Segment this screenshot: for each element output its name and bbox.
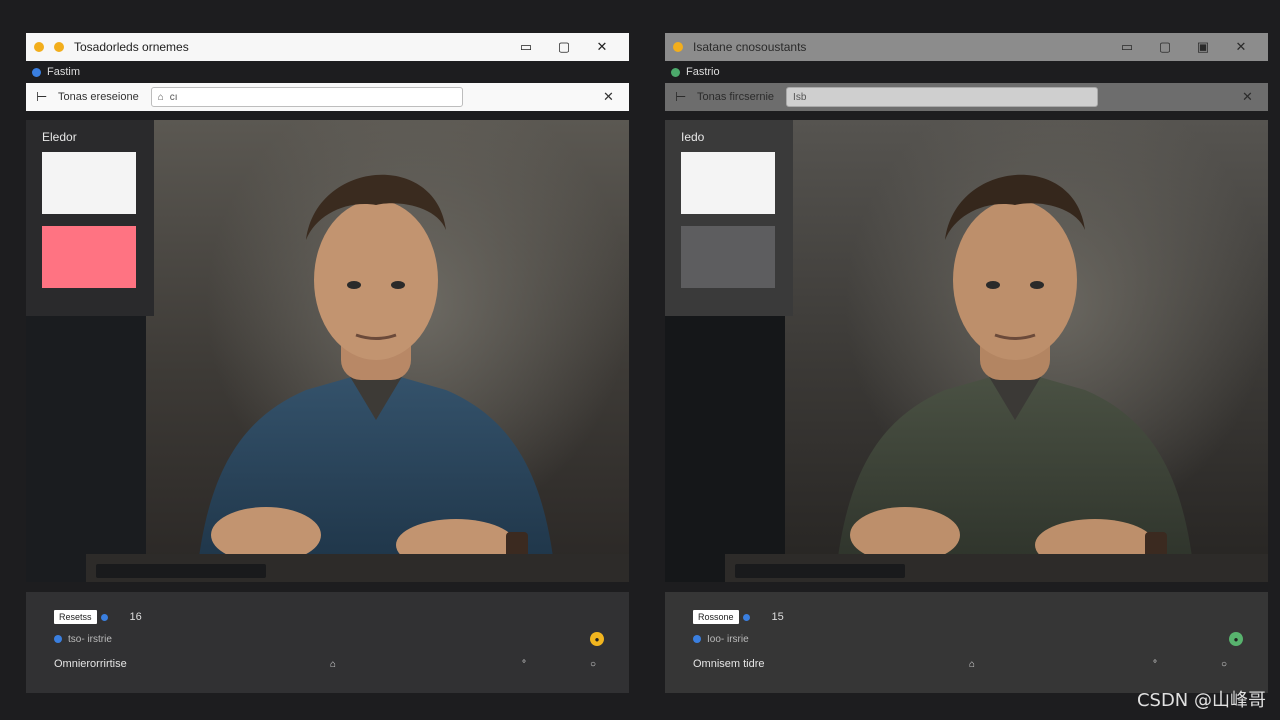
circle-icon[interactable]: ○ xyxy=(590,659,596,670)
info-dot-icon xyxy=(54,635,62,643)
swatch-white[interactable] xyxy=(42,152,136,214)
back-icon[interactable]: ⊢ xyxy=(675,89,691,105)
maximize-icon[interactable]: ▢ xyxy=(545,33,583,61)
person-illustration xyxy=(196,174,556,582)
toolbar: ⊢ Tonas fircsernie Isb ✕ xyxy=(665,83,1268,111)
toolbar: ⊢ Tonas ereseione ⌂ cı ✕ xyxy=(26,83,629,111)
window-title: Tosadorleds ornemes xyxy=(74,40,189,54)
status-label: Fastim xyxy=(47,66,80,78)
close-icon[interactable]: ✕ xyxy=(1222,33,1260,61)
address-text: cı xyxy=(169,91,178,103)
swatch-pink[interactable] xyxy=(42,226,136,288)
bottom-panel: Resetss 16 tso- irstrie ● Omnierorrirtis… xyxy=(26,592,629,693)
lock-icon: ⌂ xyxy=(157,91,164,103)
status-dot-icon xyxy=(671,67,680,77)
swatch-gray[interactable] xyxy=(681,226,775,288)
right-window: Isatane cnosoustants ▭ ▢ ▣ ✕ Fastrio ⊢ T… xyxy=(665,33,1268,693)
subtext: Ioo- irsrie xyxy=(707,633,749,645)
toolbar-close-icon[interactable]: ✕ xyxy=(1242,89,1258,105)
swatch-label: Iedo xyxy=(681,130,705,144)
bottom-panel: Rossone 15 Ioo- irsrie ● Omnisem tidre ⌂… xyxy=(665,592,1268,693)
window-dot-icon xyxy=(54,42,64,52)
subtext: tso- irstrie xyxy=(68,633,112,645)
chip-dot-icon xyxy=(742,613,750,621)
close-icon[interactable]: ✕ xyxy=(583,33,621,61)
status-badge[interactable]: ● xyxy=(590,632,604,646)
window-dot-icon xyxy=(673,42,683,52)
chip-dot-icon xyxy=(100,613,108,621)
maximize-icon[interactable]: ▢ xyxy=(1146,33,1184,61)
watermark: CSDN @山峰哥 xyxy=(1136,690,1266,711)
bottom-row-1: Rossone 15 xyxy=(693,606,1240,628)
minimize-icon[interactable]: ▭ xyxy=(507,33,545,61)
toolbar-label: Tonas ereseione xyxy=(58,91,139,103)
row3-label: Omnisem tidre xyxy=(693,658,765,670)
person-illustration xyxy=(835,174,1195,582)
bottom-row-3: Omnisem tidre ⌂ ° ○ xyxy=(693,653,1240,675)
chip[interactable]: Resetss xyxy=(54,610,97,624)
minimize-icon[interactable]: ▭ xyxy=(1108,33,1146,61)
toolbar-label: Tonas fircsernie xyxy=(697,91,775,103)
swatch-panel: Eledor xyxy=(26,120,154,316)
swatch-white[interactable] xyxy=(681,152,775,214)
row3-label: Omnierorrirtise xyxy=(54,658,127,670)
swatch-label: Eledor xyxy=(42,130,77,144)
back-icon[interactable]: ⊢ xyxy=(36,89,52,105)
window-dot-icon xyxy=(34,42,44,52)
circle-icon[interactable]: ○ xyxy=(1221,659,1227,670)
count: 16 xyxy=(129,611,142,623)
info-dot-icon xyxy=(693,635,701,643)
home-icon[interactable]: ⌂ xyxy=(330,659,336,670)
dot-icon[interactable]: ° xyxy=(522,659,526,670)
home-icon[interactable]: ⌂ xyxy=(969,659,975,670)
dot-icon[interactable]: ° xyxy=(1153,659,1157,670)
status-dot-icon xyxy=(32,67,41,77)
address-field[interactable]: Isb xyxy=(786,87,1099,107)
keyboard-shape xyxy=(735,564,905,578)
count: 15 xyxy=(771,611,784,623)
left-window: Tosadorleds ornemes ▭ ▢ ✕ Fastim ⊢ Tonas… xyxy=(26,33,629,693)
right-titlebar: Isatane cnosoustants ▭ ▢ ▣ ✕ xyxy=(665,33,1268,61)
restore-icon[interactable]: ▣ xyxy=(1184,33,1222,61)
bottom-row-1: Resetss 16 xyxy=(54,606,601,628)
status-label: Fastrio xyxy=(686,66,720,78)
keyboard-shape xyxy=(96,564,266,578)
bottom-row-2: Ioo- irsrie ● xyxy=(693,628,1243,650)
bottom-row-2: tso- irstrie ● xyxy=(54,628,604,650)
left-titlebar: Tosadorleds ornemes ▭ ▢ ✕ xyxy=(26,33,629,61)
chip[interactable]: Rossone xyxy=(693,610,739,624)
window-title: Isatane cnosoustants xyxy=(693,40,807,54)
status-line: Fastrio xyxy=(665,63,1268,81)
swatch-panel: Iedo xyxy=(665,120,793,316)
address-field[interactable]: ⌂ cı xyxy=(150,87,463,107)
status-line: Fastim xyxy=(26,63,629,81)
address-text: Isb xyxy=(793,91,807,103)
status-badge[interactable]: ● xyxy=(1229,632,1243,646)
toolbar-close-icon[interactable]: ✕ xyxy=(603,89,619,105)
bottom-row-3: Omnierorrirtise ⌂ ° ○ xyxy=(54,653,601,675)
